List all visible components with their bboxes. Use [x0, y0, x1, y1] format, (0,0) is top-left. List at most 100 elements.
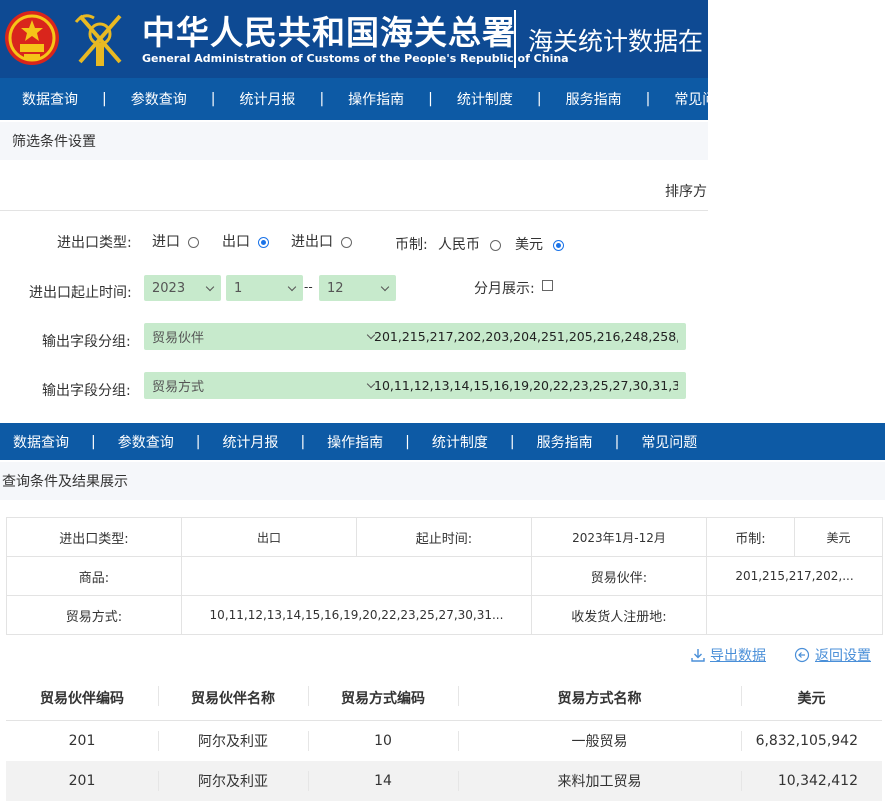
column-header[interactable]: 贸易伙伴编码 — [6, 676, 158, 721]
range-separator: -- — [304, 280, 313, 294]
summary-value: 2023年1月-12月 — [531, 517, 707, 557]
national-emblem-icon — [5, 11, 59, 65]
table-header-row: 贸易伙伴编码 贸易伙伴名称 贸易方式编码 贸易方式名称 美元 — [6, 676, 882, 721]
download-icon — [691, 649, 705, 662]
nav-item-guide[interactable]: 操作指南 — [327, 432, 383, 452]
month-end-select[interactable]: 12 — [319, 275, 396, 301]
monthly-display-label: 分月展示: — [474, 281, 535, 297]
period-label: 进出口起止时间: — [29, 285, 132, 301]
radio-import[interactable]: 进口 — [152, 231, 200, 251]
column-header[interactable]: 贸易方式名称 — [458, 676, 741, 721]
nav-separator: | — [300, 433, 306, 450]
mode-code-cell: 10 — [308, 721, 458, 762]
summary-value — [706, 595, 883, 635]
nav-separator: | — [210, 91, 216, 107]
partner-code-cell: 201 — [68, 733, 96, 749]
nav-item-system[interactable]: 统计制度 — [432, 432, 488, 452]
nav-item-monthly-report[interactable]: 统计月报 — [239, 89, 295, 109]
summary-value — [181, 556, 532, 596]
radio-usd-label: 美元 — [515, 237, 543, 253]
radio-export-circle[interactable] — [258, 236, 270, 248]
summary-label: 商品: — [6, 556, 182, 596]
summary-value: 美元 — [794, 517, 883, 557]
mode-codes[interactable]: 10,11,12,13,14,15,16,19,20,22,23,25,27,3… — [374, 378, 678, 393]
currency-label: 币制: — [395, 237, 428, 253]
nav-separator: | — [536, 91, 542, 107]
monthly-display-checkbox[interactable] — [542, 280, 553, 291]
summary-label: 币制: — [706, 517, 795, 557]
radio-export-label: 出口 — [222, 234, 250, 250]
nav-item-param-query[interactable]: 参数查询 — [118, 432, 174, 452]
partner-dropdown[interactable]: 贸易伙伴 — [152, 327, 376, 346]
nav-separator: | — [614, 433, 620, 450]
trade-type-label: 进出口类型: — [57, 235, 132, 251]
result-section-header: 查询条件及结果展示 — [0, 462, 885, 500]
nav-item-guide[interactable]: 操作指南 — [348, 89, 404, 109]
table-row: 201 阿尔及利亚 10 一般贸易 6,832,105,942 — [6, 721, 882, 762]
year-select[interactable]: 2023 — [144, 275, 221, 301]
chevron-down-icon — [380, 282, 390, 291]
customs-emblem-icon — [74, 14, 122, 66]
usd-value-cell: 6,832,105,942 — [741, 721, 882, 762]
mode-name-cell: 一般贸易 — [458, 721, 741, 762]
chevron-down-icon — [205, 282, 215, 291]
partner-group-select[interactable]: 贸易伙伴 201,215,217,202,203,204,251,205,216… — [144, 323, 686, 350]
summary-label: 进出口类型: — [6, 517, 182, 557]
month-start-value: 1 — [234, 280, 243, 296]
filter-section-header: 筛选条件设置 — [0, 122, 708, 160]
mode-dropdown[interactable]: 贸易方式 — [152, 376, 376, 395]
nav-item-system[interactable]: 统计制度 — [457, 89, 513, 109]
nav-item-data-query[interactable]: 数据查询 — [13, 432, 69, 452]
radio-usd[interactable]: 美元 — [515, 234, 565, 254]
column-header[interactable]: 贸易伙伴名称 — [158, 676, 308, 721]
main-nav: 数据查询 | 参数查询 | 统计月报 | 操作指南 | 统计制度 | 服务指南 | 常见问题 — [0, 78, 730, 120]
back-to-settings-link[interactable]: 返回设置 — [794, 645, 871, 665]
query-summary-table: 进出口类型: 出口 起止时间: 2023年1月-12月 币制: 美元 商品: 贸… — [6, 517, 883, 635]
radio-export[interactable]: 出口 — [222, 231, 270, 251]
back-arrow-icon — [794, 647, 810, 663]
partner-group-value: 贸易伙伴 — [152, 331, 205, 346]
summary-row: 贸易方式: 10,11,12,13,14,15,16,19,20,22,23,2… — [6, 595, 883, 635]
radio-import-export[interactable]: 进出口 — [291, 231, 353, 251]
summary-value: 10,11,12,13,14,15,16,19,20,22,23,25,27,3… — [181, 595, 532, 635]
month-start-select[interactable]: 1 — [226, 275, 303, 301]
radio-rmb[interactable]: 人民币 — [438, 234, 502, 254]
partner-codes[interactable]: 201,215,217,202,203,204,251,205,216,248,… — [374, 329, 678, 344]
site-title-en: General Administration of Customs of the… — [142, 52, 569, 65]
back-to-settings-label: 返回设置 — [815, 648, 871, 664]
nav-separator: | — [405, 433, 410, 450]
column-header[interactable]: 美元 — [741, 676, 882, 721]
column-header[interactable]: 贸易方式编码 — [308, 676, 458, 721]
chevron-down-icon — [287, 282, 297, 291]
partner-name-cell: 阿尔及利亚 — [158, 761, 308, 801]
filter-section-title: 筛选条件设置 — [12, 134, 96, 150]
month-end-value: 12 — [327, 280, 344, 296]
mode-group-select[interactable]: 贸易方式 10,11,12,13,14,15,16,19,20,22,23,25… — [144, 372, 686, 399]
partner-code-cell: 201 — [6, 761, 158, 801]
export-data-link[interactable]: 导出数据 — [690, 645, 766, 665]
secondary-nav: 数据查询 | 参数查询 | 统计月报 | 操作指南 | 统计制度 | 服务指南 | 常见问题 — [0, 423, 885, 460]
nav-item-service[interactable]: 服务指南 — [566, 89, 622, 109]
summary-value: 201,215,217,202,... — [706, 556, 883, 596]
usd-value-cell: 10,342,412 — [741, 761, 882, 801]
nav-item-faq[interactable]: 常见问题 — [641, 432, 697, 452]
summary-row: 进出口类型: 出口 起止时间: 2023年1月-12月 币制: 美元 — [6, 517, 883, 557]
nav-separator: | — [428, 91, 433, 107]
radio-import-export-circle[interactable] — [341, 236, 353, 248]
nav-item-service[interactable]: 服务指南 — [537, 432, 593, 452]
export-data-label: 导出数据 — [710, 648, 766, 664]
radio-usd-circle[interactable] — [553, 239, 565, 251]
radio-import-circle[interactable] — [188, 236, 200, 248]
sort-label[interactable]: 排序方 — [665, 181, 707, 201]
nav-item-data-query[interactable]: 数据查询 — [22, 89, 78, 109]
summary-row: 商品: 贸易伙伴: 201,215,217,202,... — [6, 556, 883, 596]
nav-item-param-query[interactable]: 参数查询 — [131, 89, 187, 109]
nav-item-monthly-report[interactable]: 统计月报 — [222, 432, 278, 452]
nav-item-faq[interactable]: 常见问题 — [674, 89, 730, 109]
summary-label: 贸易伙伴: — [531, 556, 707, 596]
radio-rmb-circle[interactable] — [490, 239, 502, 251]
radio-import-label: 进口 — [152, 234, 180, 250]
header-divider — [514, 10, 516, 68]
nav-separator: | — [91, 433, 96, 450]
nav-separator: | — [195, 433, 201, 450]
